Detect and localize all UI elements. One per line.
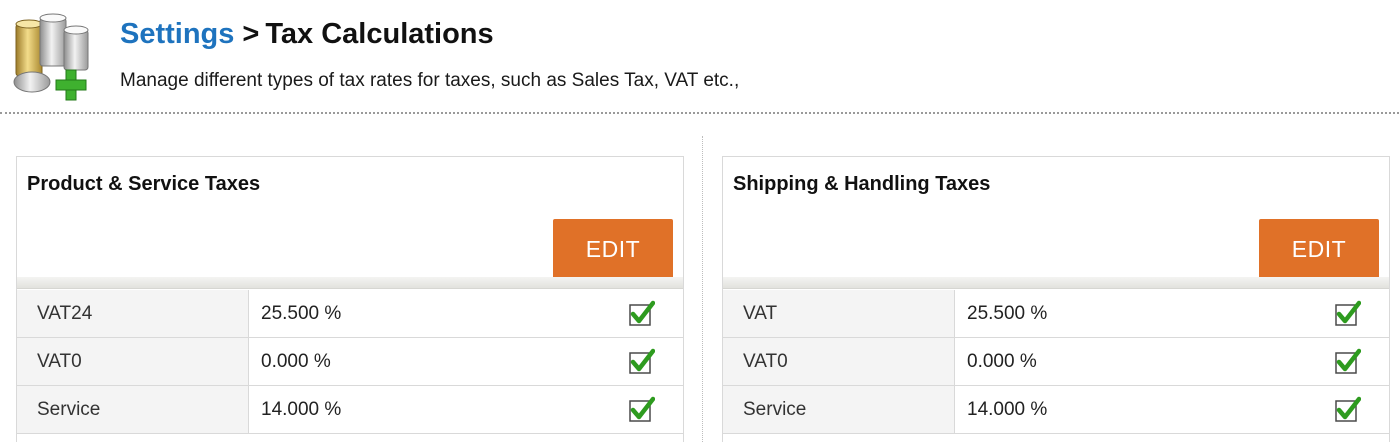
tax-rate: 25.500 %	[967, 302, 1048, 324]
product-service-taxes-panel: Product & Service Taxes EDIT VAT24 25.50…	[16, 156, 684, 442]
tax-rate: 0.000 %	[261, 350, 331, 372]
page-title: Tax Calculations	[265, 18, 494, 50]
tax-name: Service	[17, 386, 249, 433]
checkmark-icon	[629, 348, 655, 374]
table-row: Service 14.000 %	[17, 386, 683, 434]
edit-shipping-taxes-button[interactable]: EDIT	[1259, 219, 1379, 279]
tax-table: VAT24 25.500 % VAT0 0.000 % Service 14.0…	[17, 290, 683, 434]
column-divider	[702, 136, 703, 442]
breadcrumb: Settings > Tax Calculations	[120, 18, 494, 51]
tax-table: VAT 25.500 % VAT0 0.000 % Service 14.000…	[723, 290, 1389, 434]
checkmark-icon	[629, 300, 655, 326]
panel-title: Shipping & Handling Taxes	[733, 173, 991, 195]
shipping-handling-taxes-panel: Shipping & Handling Taxes EDIT VAT 25.50…	[722, 156, 1390, 442]
edit-product-taxes-button[interactable]: EDIT	[553, 219, 673, 279]
panel-divider	[17, 277, 683, 289]
tax-rate: 0.000 %	[967, 350, 1037, 372]
checkmark-icon	[1335, 396, 1361, 422]
checkmark-icon	[629, 396, 655, 422]
breadcrumb-link-settings[interactable]: Settings	[120, 18, 234, 50]
table-row: VAT0 0.000 %	[723, 338, 1389, 386]
table-row: VAT 25.500 %	[723, 290, 1389, 338]
tax-rate: 14.000 %	[261, 398, 342, 420]
panel-title: Product & Service Taxes	[27, 173, 261, 195]
checkmark-icon	[1335, 300, 1361, 326]
page-header: Settings > Tax Calculations Manage differe…	[0, 0, 1399, 114]
coins-add-icon	[13, 13, 89, 101]
tax-name: VAT0	[17, 338, 249, 385]
tax-name: Service	[723, 386, 955, 433]
panel-divider	[723, 277, 1389, 289]
table-row: VAT24 25.500 %	[17, 290, 683, 338]
tax-name: VAT	[723, 290, 955, 337]
tax-rate: 25.500 %	[261, 302, 342, 324]
table-row: Service 14.000 %	[723, 386, 1389, 434]
page-subtitle: Manage different types of tax rates for …	[120, 70, 740, 91]
tax-name: VAT24	[17, 290, 249, 337]
tax-name: VAT0	[723, 338, 955, 385]
table-row: VAT0 0.000 %	[17, 338, 683, 386]
tax-rate: 14.000 %	[967, 398, 1048, 420]
breadcrumb-separator: >	[242, 18, 260, 50]
checkmark-icon	[1335, 348, 1361, 374]
